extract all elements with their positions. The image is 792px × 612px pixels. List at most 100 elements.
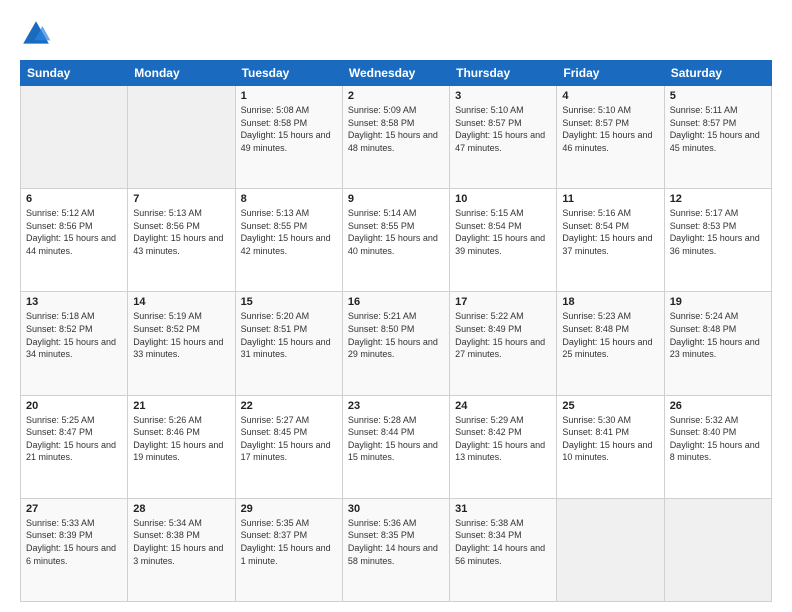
daylight-label: Daylight: 15 hours and 10 minutes. xyxy=(562,440,652,463)
calendar-cell: 15 Sunrise: 5:20 AM Sunset: 8:51 PM Dayl… xyxy=(235,292,342,395)
sunrise-label: Sunrise: 5:32 AM xyxy=(670,415,739,425)
logo-icon xyxy=(20,18,52,50)
sunrise-label: Sunrise: 5:11 AM xyxy=(670,105,738,115)
day-number: 14 xyxy=(133,296,229,308)
day-number: 27 xyxy=(26,503,122,515)
day-number: 13 xyxy=(26,296,122,308)
sunrise-label: Sunrise: 5:12 AM xyxy=(26,208,95,218)
calendar-cell xyxy=(21,86,128,189)
day-number: 28 xyxy=(133,503,229,515)
sunset-label: Sunset: 8:58 PM xyxy=(348,118,415,128)
day-info: Sunrise: 5:10 AM Sunset: 8:57 PM Dayligh… xyxy=(562,104,658,154)
day-number: 18 xyxy=(562,296,658,308)
day-number: 21 xyxy=(133,400,229,412)
weekday-header: Wednesday xyxy=(342,61,449,86)
sunrise-label: Sunrise: 5:38 AM xyxy=(455,518,524,528)
calendar-cell: 12 Sunrise: 5:17 AM Sunset: 8:53 PM Dayl… xyxy=(664,189,771,292)
sunrise-label: Sunrise: 5:25 AM xyxy=(26,415,95,425)
sunset-label: Sunset: 8:55 PM xyxy=(241,221,308,231)
sunrise-label: Sunrise: 5:13 AM xyxy=(241,208,310,218)
daylight-label: Daylight: 15 hours and 33 minutes. xyxy=(133,337,223,360)
daylight-label: Daylight: 15 hours and 19 minutes. xyxy=(133,440,223,463)
sunset-label: Sunset: 8:52 PM xyxy=(133,324,200,334)
day-info: Sunrise: 5:11 AM Sunset: 8:57 PM Dayligh… xyxy=(670,104,766,154)
sunrise-label: Sunrise: 5:16 AM xyxy=(562,208,631,218)
sunset-label: Sunset: 8:37 PM xyxy=(241,530,308,540)
sunrise-label: Sunrise: 5:17 AM xyxy=(670,208,739,218)
sunrise-label: Sunrise: 5:10 AM xyxy=(455,105,524,115)
sunrise-label: Sunrise: 5:08 AM xyxy=(241,105,310,115)
sunrise-label: Sunrise: 5:21 AM xyxy=(348,311,417,321)
sunset-label: Sunset: 8:54 PM xyxy=(455,221,522,231)
sunrise-label: Sunrise: 5:34 AM xyxy=(133,518,202,528)
day-number: 24 xyxy=(455,400,551,412)
calendar-cell: 17 Sunrise: 5:22 AM Sunset: 8:49 PM Dayl… xyxy=(450,292,557,395)
calendar-cell: 20 Sunrise: 5:25 AM Sunset: 8:47 PM Dayl… xyxy=(21,395,128,498)
sunset-label: Sunset: 8:40 PM xyxy=(670,427,737,437)
sunset-label: Sunset: 8:35 PM xyxy=(348,530,415,540)
day-number: 30 xyxy=(348,503,444,515)
sunset-label: Sunset: 8:51 PM xyxy=(241,324,308,334)
calendar-cell xyxy=(557,498,664,601)
calendar-cell: 14 Sunrise: 5:19 AM Sunset: 8:52 PM Dayl… xyxy=(128,292,235,395)
daylight-label: Daylight: 14 hours and 58 minutes. xyxy=(348,543,438,566)
day-info: Sunrise: 5:35 AM Sunset: 8:37 PM Dayligh… xyxy=(241,517,337,567)
day-info: Sunrise: 5:33 AM Sunset: 8:39 PM Dayligh… xyxy=(26,517,122,567)
sunrise-label: Sunrise: 5:23 AM xyxy=(562,311,631,321)
sunrise-label: Sunrise: 5:18 AM xyxy=(26,311,95,321)
sunset-label: Sunset: 8:54 PM xyxy=(562,221,629,231)
day-info: Sunrise: 5:22 AM Sunset: 8:49 PM Dayligh… xyxy=(455,310,551,360)
daylight-label: Daylight: 14 hours and 56 minutes. xyxy=(455,543,545,566)
day-info: Sunrise: 5:20 AM Sunset: 8:51 PM Dayligh… xyxy=(241,310,337,360)
daylight-label: Daylight: 15 hours and 49 minutes. xyxy=(241,130,331,153)
day-number: 3 xyxy=(455,90,551,102)
calendar-cell xyxy=(128,86,235,189)
weekday-header: Tuesday xyxy=(235,61,342,86)
day-number: 12 xyxy=(670,193,766,205)
daylight-label: Daylight: 15 hours and 3 minutes. xyxy=(133,543,223,566)
sunset-label: Sunset: 8:56 PM xyxy=(133,221,200,231)
sunrise-label: Sunrise: 5:28 AM xyxy=(348,415,417,425)
calendar-cell: 30 Sunrise: 5:36 AM Sunset: 8:35 PM Dayl… xyxy=(342,498,449,601)
calendar-cell: 6 Sunrise: 5:12 AM Sunset: 8:56 PM Dayli… xyxy=(21,189,128,292)
day-info: Sunrise: 5:08 AM Sunset: 8:58 PM Dayligh… xyxy=(241,104,337,154)
day-info: Sunrise: 5:10 AM Sunset: 8:57 PM Dayligh… xyxy=(455,104,551,154)
daylight-label: Daylight: 15 hours and 27 minutes. xyxy=(455,337,545,360)
day-info: Sunrise: 5:14 AM Sunset: 8:55 PM Dayligh… xyxy=(348,207,444,257)
day-info: Sunrise: 5:36 AM Sunset: 8:35 PM Dayligh… xyxy=(348,517,444,567)
day-number: 1 xyxy=(241,90,337,102)
day-info: Sunrise: 5:25 AM Sunset: 8:47 PM Dayligh… xyxy=(26,414,122,464)
sunset-label: Sunset: 8:50 PM xyxy=(348,324,415,334)
calendar-cell: 7 Sunrise: 5:13 AM Sunset: 8:56 PM Dayli… xyxy=(128,189,235,292)
weekday-header: Thursday xyxy=(450,61,557,86)
calendar-cell: 18 Sunrise: 5:23 AM Sunset: 8:48 PM Dayl… xyxy=(557,292,664,395)
sunset-label: Sunset: 8:47 PM xyxy=(26,427,93,437)
calendar-cell: 9 Sunrise: 5:14 AM Sunset: 8:55 PM Dayli… xyxy=(342,189,449,292)
calendar-cell: 22 Sunrise: 5:27 AM Sunset: 8:45 PM Dayl… xyxy=(235,395,342,498)
day-info: Sunrise: 5:12 AM Sunset: 8:56 PM Dayligh… xyxy=(26,207,122,257)
daylight-label: Daylight: 15 hours and 42 minutes. xyxy=(241,233,331,256)
day-info: Sunrise: 5:24 AM Sunset: 8:48 PM Dayligh… xyxy=(670,310,766,360)
day-number: 22 xyxy=(241,400,337,412)
calendar-cell: 31 Sunrise: 5:38 AM Sunset: 8:34 PM Dayl… xyxy=(450,498,557,601)
daylight-label: Daylight: 15 hours and 44 minutes. xyxy=(26,233,116,256)
sunrise-label: Sunrise: 5:27 AM xyxy=(241,415,310,425)
sunrise-label: Sunrise: 5:35 AM xyxy=(241,518,310,528)
sunset-label: Sunset: 8:41 PM xyxy=(562,427,629,437)
day-number: 23 xyxy=(348,400,444,412)
sunset-label: Sunset: 8:34 PM xyxy=(455,530,522,540)
sunrise-label: Sunrise: 5:14 AM xyxy=(348,208,417,218)
day-number: 2 xyxy=(348,90,444,102)
sunset-label: Sunset: 8:56 PM xyxy=(26,221,93,231)
calendar-cell: 4 Sunrise: 5:10 AM Sunset: 8:57 PM Dayli… xyxy=(557,86,664,189)
daylight-label: Daylight: 15 hours and 47 minutes. xyxy=(455,130,545,153)
day-info: Sunrise: 5:26 AM Sunset: 8:46 PM Dayligh… xyxy=(133,414,229,464)
day-number: 9 xyxy=(348,193,444,205)
calendar-cell: 5 Sunrise: 5:11 AM Sunset: 8:57 PM Dayli… xyxy=(664,86,771,189)
sunrise-label: Sunrise: 5:13 AM xyxy=(133,208,202,218)
sunrise-label: Sunrise: 5:22 AM xyxy=(455,311,524,321)
calendar-cell: 13 Sunrise: 5:18 AM Sunset: 8:52 PM Dayl… xyxy=(21,292,128,395)
calendar-cell: 28 Sunrise: 5:34 AM Sunset: 8:38 PM Dayl… xyxy=(128,498,235,601)
daylight-label: Daylight: 15 hours and 17 minutes. xyxy=(241,440,331,463)
daylight-label: Daylight: 15 hours and 46 minutes. xyxy=(562,130,652,153)
